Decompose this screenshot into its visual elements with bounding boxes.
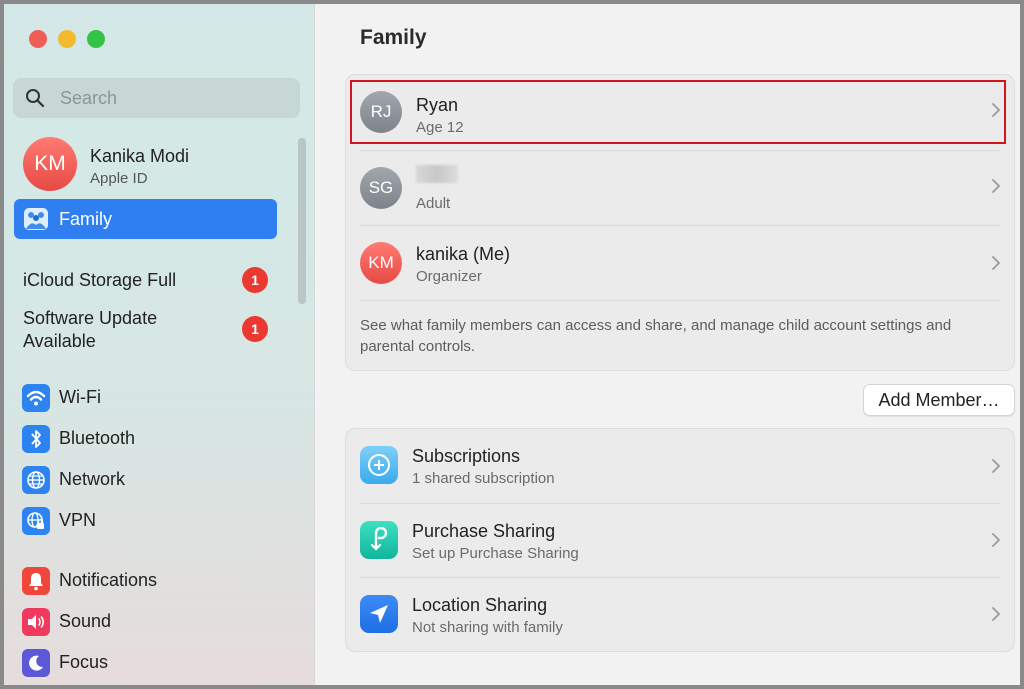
sidebar-item-vpn[interactable]: VPN bbox=[22, 505, 292, 537]
sidebar-item-network[interactable]: Network bbox=[22, 464, 292, 496]
sidebar-item-sound[interactable]: Sound bbox=[22, 606, 292, 638]
icloud-storage-badge: 1 bbox=[242, 267, 268, 293]
close-button[interactable] bbox=[29, 30, 47, 48]
zoom-button[interactable] bbox=[87, 30, 105, 48]
feature-name: Location Sharing bbox=[412, 595, 548, 615]
sidebar-item-focus-label: Focus bbox=[59, 652, 109, 672]
divider bbox=[360, 225, 1000, 226]
avatar: KM bbox=[360, 242, 402, 284]
feature-row-subscriptions[interactable]: Subscriptions 1 shared subscription bbox=[346, 429, 1014, 503]
bluetooth-icon bbox=[22, 425, 50, 453]
add-member-button[interactable]: Add Member… bbox=[863, 384, 1015, 416]
vpn-icon bbox=[22, 507, 50, 535]
sidebar-item-vpn-label: VPN bbox=[59, 510, 97, 530]
wifi-icon bbox=[22, 384, 50, 412]
chevron-right-icon bbox=[992, 607, 1000, 621]
chevron-right-icon bbox=[992, 256, 1000, 270]
sidebar-item-notifications-label: Notifications bbox=[59, 570, 158, 590]
subscriptions-icon bbox=[360, 446, 398, 484]
feature-row-location-sharing[interactable]: Location Sharing Not sharing with family bbox=[346, 577, 1014, 651]
family-description: See what family members can access and s… bbox=[360, 317, 952, 355]
member-subtitle: Organizer bbox=[416, 268, 482, 285]
feature-name: Purchase Sharing bbox=[412, 521, 556, 541]
feature-row-purchase-sharing[interactable]: Purchase Sharing Set up Purchase Sharing bbox=[346, 503, 1014, 577]
member-row-sg[interactable]: SG Adult bbox=[346, 155, 1014, 225]
feature-subtitle: Not sharing with family bbox=[412, 619, 563, 636]
feature-subtitle: 1 shared subscription bbox=[412, 470, 555, 487]
software-update-line2: Available bbox=[23, 331, 96, 351]
purchase-sharing-icon bbox=[360, 521, 398, 559]
software-update-badge: 1 bbox=[242, 316, 268, 342]
member-row-kanika[interactable]: KM kanika (Me) Organizer bbox=[346, 230, 1014, 300]
sidebar-item-wifi-label: Wi-Fi bbox=[59, 387, 101, 407]
member-subtitle: Adult bbox=[416, 195, 451, 212]
speaker-icon bbox=[22, 608, 50, 636]
search-input[interactable]: Search bbox=[13, 78, 300, 118]
sidebar-item-notifications[interactable]: Notifications bbox=[22, 565, 292, 597]
sidebar-item-bluetooth-label: Bluetooth bbox=[59, 428, 136, 448]
bell-icon bbox=[22, 567, 50, 595]
family-icon bbox=[24, 208, 48, 230]
highlight-box bbox=[350, 80, 1006, 144]
sidebar-item-focus[interactable]: Focus bbox=[22, 647, 292, 679]
sidebar-item-bluetooth[interactable]: Bluetooth bbox=[22, 423, 292, 455]
account-item[interactable]: KM Kanika Modi Apple ID bbox=[23, 137, 293, 195]
sidebar-item-sound-label: Sound bbox=[59, 611, 112, 631]
sidebar-item-wifi[interactable]: Wi-Fi bbox=[22, 382, 292, 414]
search-icon bbox=[26, 89, 45, 108]
sidebar-item-icloud-storage[interactable]: iCloud Storage Full bbox=[23, 269, 176, 292]
feature-subtitle: Set up Purchase Sharing bbox=[412, 545, 579, 562]
globe-icon bbox=[22, 466, 50, 494]
moon-icon bbox=[22, 649, 50, 677]
divider bbox=[360, 300, 1000, 301]
sidebar-item-family-label: Family bbox=[59, 209, 112, 229]
divider bbox=[360, 150, 1000, 151]
sidebar-item-family[interactable]: Family bbox=[14, 199, 277, 239]
main-pane: Family RJ Ryan Age 12 SG Adult KM kanika… bbox=[315, 4, 1020, 685]
sidebar-item-software-update[interactable]: Software Update Available bbox=[23, 307, 157, 353]
chevron-right-icon bbox=[992, 179, 1000, 193]
chevron-right-icon bbox=[992, 459, 1000, 473]
account-name: Kanika Modi bbox=[90, 146, 190, 166]
settings-window: Search KM Kanika Modi Apple ID Family iC… bbox=[4, 4, 1020, 685]
software-update-line1: Software Update bbox=[23, 308, 158, 328]
features-card: Subscriptions 1 shared subscription Purc… bbox=[345, 428, 1015, 652]
sidebar-item-network-label: Network bbox=[59, 469, 126, 489]
sidebar: Search KM Kanika Modi Apple ID Family iC… bbox=[4, 4, 315, 685]
minimize-button[interactable] bbox=[58, 30, 76, 48]
search-placeholder: Search bbox=[60, 88, 118, 108]
page-title: Family bbox=[360, 26, 427, 49]
chevron-right-icon bbox=[992, 533, 1000, 547]
avatar: SG bbox=[360, 167, 402, 209]
feature-name: Subscriptions bbox=[412, 446, 521, 466]
location-arrow-icon bbox=[360, 595, 398, 633]
sidebar-scrollbar[interactable] bbox=[298, 138, 306, 304]
member-name: kanika (Me) bbox=[416, 244, 511, 264]
avatar: KM bbox=[23, 137, 77, 191]
account-subtitle: Apple ID bbox=[90, 170, 148, 187]
redacted-member-name bbox=[416, 165, 458, 183]
